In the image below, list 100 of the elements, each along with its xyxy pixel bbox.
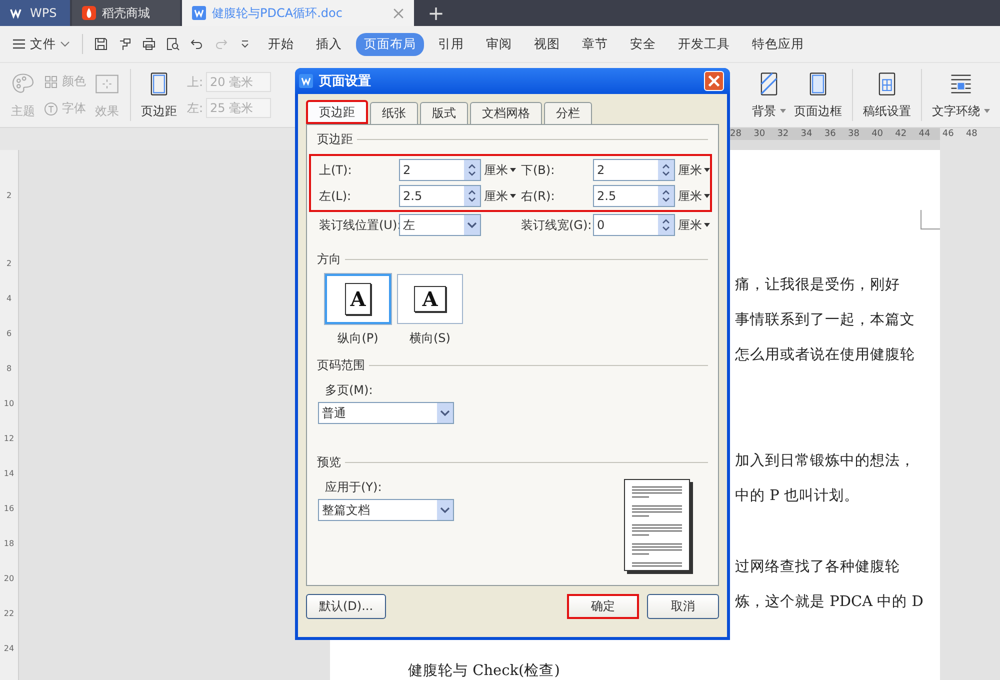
multiple-pages-select[interactable]: 普通 xyxy=(318,402,454,424)
dialog-tab[interactable]: 纸张 xyxy=(370,102,418,124)
dropdown-icon[interactable] xyxy=(437,500,453,520)
document-text: 痛，让我很是受伤，刚好 xyxy=(735,276,900,295)
ribbon-tab[interactable]: 视图 xyxy=(526,32,568,56)
dialog-tab[interactable]: 版式 xyxy=(420,102,468,124)
app-tab[interactable]: 稻壳商城 xyxy=(72,0,180,26)
section-heading: 方向 xyxy=(317,251,341,268)
ruler-number: 48 xyxy=(966,128,978,141)
margin-label: 上: xyxy=(187,74,204,90)
spinner-icon[interactable] xyxy=(464,160,480,180)
ruler-number: 40 xyxy=(872,128,884,141)
close-icon[interactable] xyxy=(393,8,404,18)
gutter-position-select[interactable]: 左 xyxy=(399,214,481,236)
caret-icon xyxy=(704,168,710,172)
ribbon-tab[interactable]: 插入 xyxy=(308,32,350,56)
caret-icon xyxy=(510,168,516,172)
caret-icon xyxy=(704,223,710,227)
ruler-number: 4 xyxy=(6,293,12,305)
document-text: 过网络查找了各种健腹轮 xyxy=(735,558,900,577)
file-menu[interactable]: 文件 xyxy=(12,36,70,52)
ruler-number: 2 xyxy=(6,190,12,202)
caret-icon[interactable] xyxy=(780,109,786,113)
field-label: 装订线宽(G): xyxy=(521,216,593,234)
caret-icon[interactable] xyxy=(984,109,990,113)
margin-corner-icon xyxy=(920,210,940,230)
ruler-number: 30 xyxy=(754,128,766,141)
ruler-number: 18 xyxy=(4,538,14,550)
ruler-number: 20 xyxy=(4,573,14,585)
ribbon-label[interactable]: 背景 xyxy=(752,102,776,120)
ruler-number: 8 xyxy=(6,363,12,375)
unit-dropdown[interactable]: 厘米 xyxy=(675,216,715,234)
print-preview-icon[interactable] xyxy=(166,37,180,51)
apply-to-select[interactable]: 整篇文档 xyxy=(318,499,454,521)
print-icon[interactable] xyxy=(142,37,156,51)
ruler-number: 6 xyxy=(6,328,12,340)
cancel-button[interactable]: 取消 xyxy=(647,594,719,619)
gutter-width-field[interactable]: 0 xyxy=(593,214,675,236)
dropdown-icon[interactable] xyxy=(464,215,480,235)
margin-field[interactable]: 2 xyxy=(399,159,481,181)
unit-dropdown[interactable]: 厘米 xyxy=(481,162,521,178)
ruler-number: 38 xyxy=(848,128,860,141)
ok-button[interactable]: 确定 xyxy=(567,594,639,619)
new-tab-button[interactable]: + xyxy=(416,0,456,26)
margin-field[interactable]: 2.5 xyxy=(399,185,481,207)
field-label: 装订线位置(U): xyxy=(319,216,399,234)
ribbon-tab[interactable]: 引用 xyxy=(430,32,472,56)
document-text: 炼，这个就是 PDCA 中的 D xyxy=(735,593,924,612)
document-text: 中的 P 也叫计划。 xyxy=(735,487,859,506)
ribbon-label[interactable]: 稿纸设置 xyxy=(863,102,911,120)
spinner-icon[interactable] xyxy=(464,186,480,206)
document-text: 怎么用或者说在使用健腹轮 xyxy=(735,346,915,365)
margin-field[interactable]: 2.5 xyxy=(593,185,675,207)
margins-label[interactable]: 页边距 xyxy=(141,102,177,120)
option-label: 纵向(P) xyxy=(338,330,378,347)
save-icon[interactable] xyxy=(94,37,108,51)
ruler-number: 34 xyxy=(800,128,814,141)
portrait-option[interactable]: A xyxy=(325,274,391,324)
chevron-icon xyxy=(60,41,70,47)
ribbon-tab[interactable]: 审阅 xyxy=(478,32,520,56)
logo-icon xyxy=(10,6,24,20)
dialog-tab[interactable]: 页边距 xyxy=(306,100,368,124)
spinner-icon[interactable] xyxy=(658,160,674,180)
close-button[interactable] xyxy=(704,71,724,91)
ribbon-label[interactable]: 文字环绕 xyxy=(932,102,980,120)
ruler-number: 16 xyxy=(4,503,14,515)
unit-dropdown[interactable]: 厘米 xyxy=(675,162,715,178)
dialog-tab[interactable]: 分栏 xyxy=(544,102,592,124)
ruler-number: 44 xyxy=(918,128,932,141)
ribbon-tab[interactable]: 开发工具 xyxy=(670,32,738,56)
ruler-number: 46 xyxy=(942,128,955,141)
section-heading: 页边距 xyxy=(317,131,353,148)
ribbon-label[interactable]: 页面边框 xyxy=(794,102,842,120)
unit-dropdown[interactable]: 厘米 xyxy=(675,188,715,204)
app-icon xyxy=(299,74,313,88)
dialog-tab[interactable]: 文档网格 xyxy=(470,102,542,124)
ruler-number: 24 xyxy=(4,643,14,655)
ruler-number: 22 xyxy=(4,608,14,620)
ribbon-tab[interactable]: 章节 xyxy=(574,32,616,56)
ribbon-tab[interactable]: 安全 xyxy=(622,32,664,56)
section-heading: 页码范围 xyxy=(317,357,365,374)
dropdown-icon[interactable] xyxy=(437,403,453,423)
ruler-number: 10 xyxy=(4,398,14,410)
document-icon xyxy=(192,6,206,20)
undo-icon[interactable] xyxy=(190,37,204,51)
field-label: 下(B): xyxy=(521,162,556,178)
ribbon-tab[interactable]: 特色应用 xyxy=(744,32,812,56)
default-button[interactable]: 默认(D)... xyxy=(306,594,386,619)
spinner-icon[interactable] xyxy=(658,186,674,206)
grid-icon xyxy=(44,74,58,88)
ribbon-tab[interactable]: 开始 xyxy=(260,32,302,56)
spinner-icon[interactable] xyxy=(658,215,674,235)
unit-dropdown[interactable]: 厘米 xyxy=(481,188,521,204)
app-tab[interactable]: WPS xyxy=(0,0,70,26)
flame-icon xyxy=(82,6,96,20)
option-label: 横向(S) xyxy=(410,330,450,347)
field-label: 左(L): xyxy=(319,188,352,204)
landscape-option[interactable]: A xyxy=(397,274,463,324)
margin-field[interactable]: 2 xyxy=(593,159,675,181)
ruler-number: 28 xyxy=(730,128,742,141)
